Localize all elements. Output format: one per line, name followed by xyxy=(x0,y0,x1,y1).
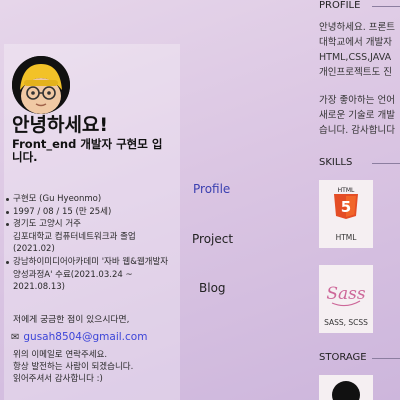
email-row: ✉ gusah8504@gmail.com xyxy=(11,331,147,343)
intro-text: Front_end 개발자 구현모 입니다. xyxy=(12,137,163,164)
info-item: 1997 / 08 / 15 (만 25세) xyxy=(6,206,178,219)
info-item: 강남하이미디어아카데미 '자바 웹&웹개발자 xyxy=(6,256,178,269)
skill-card-html[interactable]: HTML 5 HTML xyxy=(319,180,373,248)
about-text: 안녕하세요. 프론트대학교에서 개발자 HTML,CSS,JAVA 개인프로젝트도 … xyxy=(319,20,400,151)
about-line: 대학교에서 개발자 xyxy=(319,37,392,48)
skill-label: HTML xyxy=(335,233,357,242)
skill-badge: 5 xyxy=(341,198,351,216)
about-line: 개인프로젝트도 진 xyxy=(319,67,392,78)
outro-text: 위의 이메일로 연락주세요. 항상 발전하는 사람이 되겠습니다. 읽어주셔서 감사… xyxy=(13,349,173,385)
section-divider xyxy=(372,6,400,7)
info-item: 김포대학교 컴퓨터네트워크과 졸업 xyxy=(13,231,136,242)
outro-line: 위의 이메일로 연락주세요. xyxy=(13,350,108,360)
mail-icon: ✉ xyxy=(11,331,20,343)
about-paragraph: 가장 좋아하는 언어새로운 기술로 개발습니다. 감사합니다 xyxy=(319,93,400,138)
storage-card-github[interactable] xyxy=(319,375,373,400)
info-item: 양성과정A' 수료(2021.03.24 ~ xyxy=(13,269,133,280)
sass-icon: Sass xyxy=(326,284,366,307)
nav-profile[interactable]: Profile xyxy=(193,182,230,196)
skill-label: SASS, SCSS xyxy=(324,318,368,327)
nav-blog[interactable]: Blog xyxy=(199,281,226,295)
info-item: 2021.08.13) xyxy=(13,282,65,293)
email-link[interactable]: gusah8504@gmail.com xyxy=(23,331,147,343)
github-icon xyxy=(332,381,360,400)
memoji-avatar-icon xyxy=(12,56,70,114)
avatar xyxy=(12,56,70,114)
right-column: PROFILE 안녕하세요. 프론트대학교에서 개발자 HTML,CSS,JAVA… xyxy=(308,0,400,400)
info-item: (2021.02) xyxy=(13,244,55,255)
info-item: 구현모 (Gu Hyeonmo) xyxy=(6,193,178,206)
contact-note: 저에게 궁금한 점이 있으시다면, xyxy=(13,315,130,325)
info-item: 경기도 고양시 거주 xyxy=(6,218,178,231)
about-line: 새로운 기술로 개발 xyxy=(319,110,395,121)
profile-info-list: 구현모 (Gu Hyeonmo) 1997 / 08 / 15 (만 25세) 경기… xyxy=(6,193,178,294)
html5-icon: HTML 5 xyxy=(334,187,358,219)
greeting-heading: 안녕하세요! xyxy=(12,114,109,136)
svg-text:HTML: HTML xyxy=(338,187,355,194)
outro-line: 읽어주셔서 감사합니다 :) xyxy=(13,374,103,384)
section-divider xyxy=(372,358,400,359)
about-line: 습니다. 감사합니다 xyxy=(319,125,395,136)
storage-section-title: STORAGE xyxy=(319,352,367,363)
nav-project[interactable]: Project xyxy=(192,232,233,246)
about-line: 가장 좋아하는 언어 xyxy=(319,95,395,106)
profile-section-title: PROFILE xyxy=(319,0,361,11)
about-line: 안녕하세요. 프론트 xyxy=(319,22,395,33)
about-line: HTML,CSS,JAVA xyxy=(319,52,392,63)
section-divider xyxy=(372,163,400,164)
skills-section-title: SKILLS xyxy=(319,157,353,168)
outro-line: 항상 발전하는 사람이 되겠습니다. xyxy=(13,362,134,372)
skill-card-sass[interactable]: Sass SASS, SCSS xyxy=(319,265,373,333)
about-paragraph: 안녕하세요. 프론트대학교에서 개발자 HTML,CSS,JAVA 개인프로젝트도 … xyxy=(319,20,400,80)
